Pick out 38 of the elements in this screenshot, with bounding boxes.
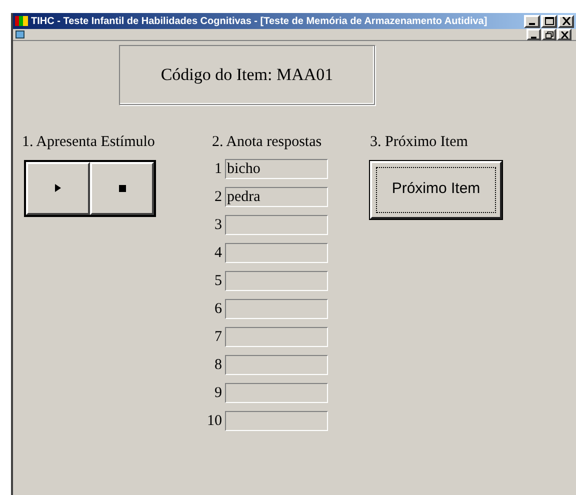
item-code-label: Código do Item: MAA01 <box>160 64 334 86</box>
maximize-icon[interactable] <box>541 14 557 28</box>
answer-number: 6 <box>214 300 222 318</box>
answer-field[interactable] <box>225 298 328 318</box>
answer-number: 8 <box>214 356 222 374</box>
answer-field[interactable] <box>225 242 328 262</box>
document-icon[interactable] <box>15 30 25 39</box>
app-icon <box>15 15 28 27</box>
answer-number: 3 <box>214 216 222 234</box>
play-button[interactable] <box>26 162 90 214</box>
window-title: TIHC - Teste Infantil de Habilidades Cognitivas - [Teste de Memória de Armazenamento Autidiva] <box>31 14 488 28</box>
next-item-button[interactable]: Próximo Item <box>370 160 502 218</box>
answer-field[interactable] <box>225 354 328 374</box>
answer-field[interactable] <box>225 270 328 290</box>
step-heading: 2. Anota respostas <box>212 133 323 152</box>
answer-number: 2 <box>214 188 222 206</box>
answer-number: 1 <box>214 160 222 178</box>
answer-field[interactable] <box>225 214 328 234</box>
step-heading: 1. Apresenta Estímulo <box>22 133 156 152</box>
answer-number: 4 <box>214 244 222 262</box>
answer-number: 7 <box>214 328 222 346</box>
close-icon[interactable] <box>557 28 572 40</box>
answer-number: 9 <box>214 384 222 402</box>
answer-field[interactable] <box>225 382 328 402</box>
close-icon[interactable] <box>558 14 574 28</box>
step-heading: 3. Próximo Item <box>370 133 469 152</box>
answer-field[interactable] <box>225 410 328 430</box>
play-icon <box>55 184 61 192</box>
stop-icon <box>118 184 126 192</box>
answer-number: 10 <box>206 412 222 430</box>
answer-field[interactable]: bicho <box>225 158 328 178</box>
minimize-icon[interactable] <box>526 28 541 40</box>
answer-field[interactable] <box>225 326 328 346</box>
minimize-icon[interactable] <box>524 14 540 28</box>
restore-icon[interactable] <box>542 28 556 40</box>
answer-field[interactable]: pedra <box>225 186 328 206</box>
stop-button[interactable] <box>90 162 154 214</box>
answer-number: 5 <box>214 272 222 290</box>
